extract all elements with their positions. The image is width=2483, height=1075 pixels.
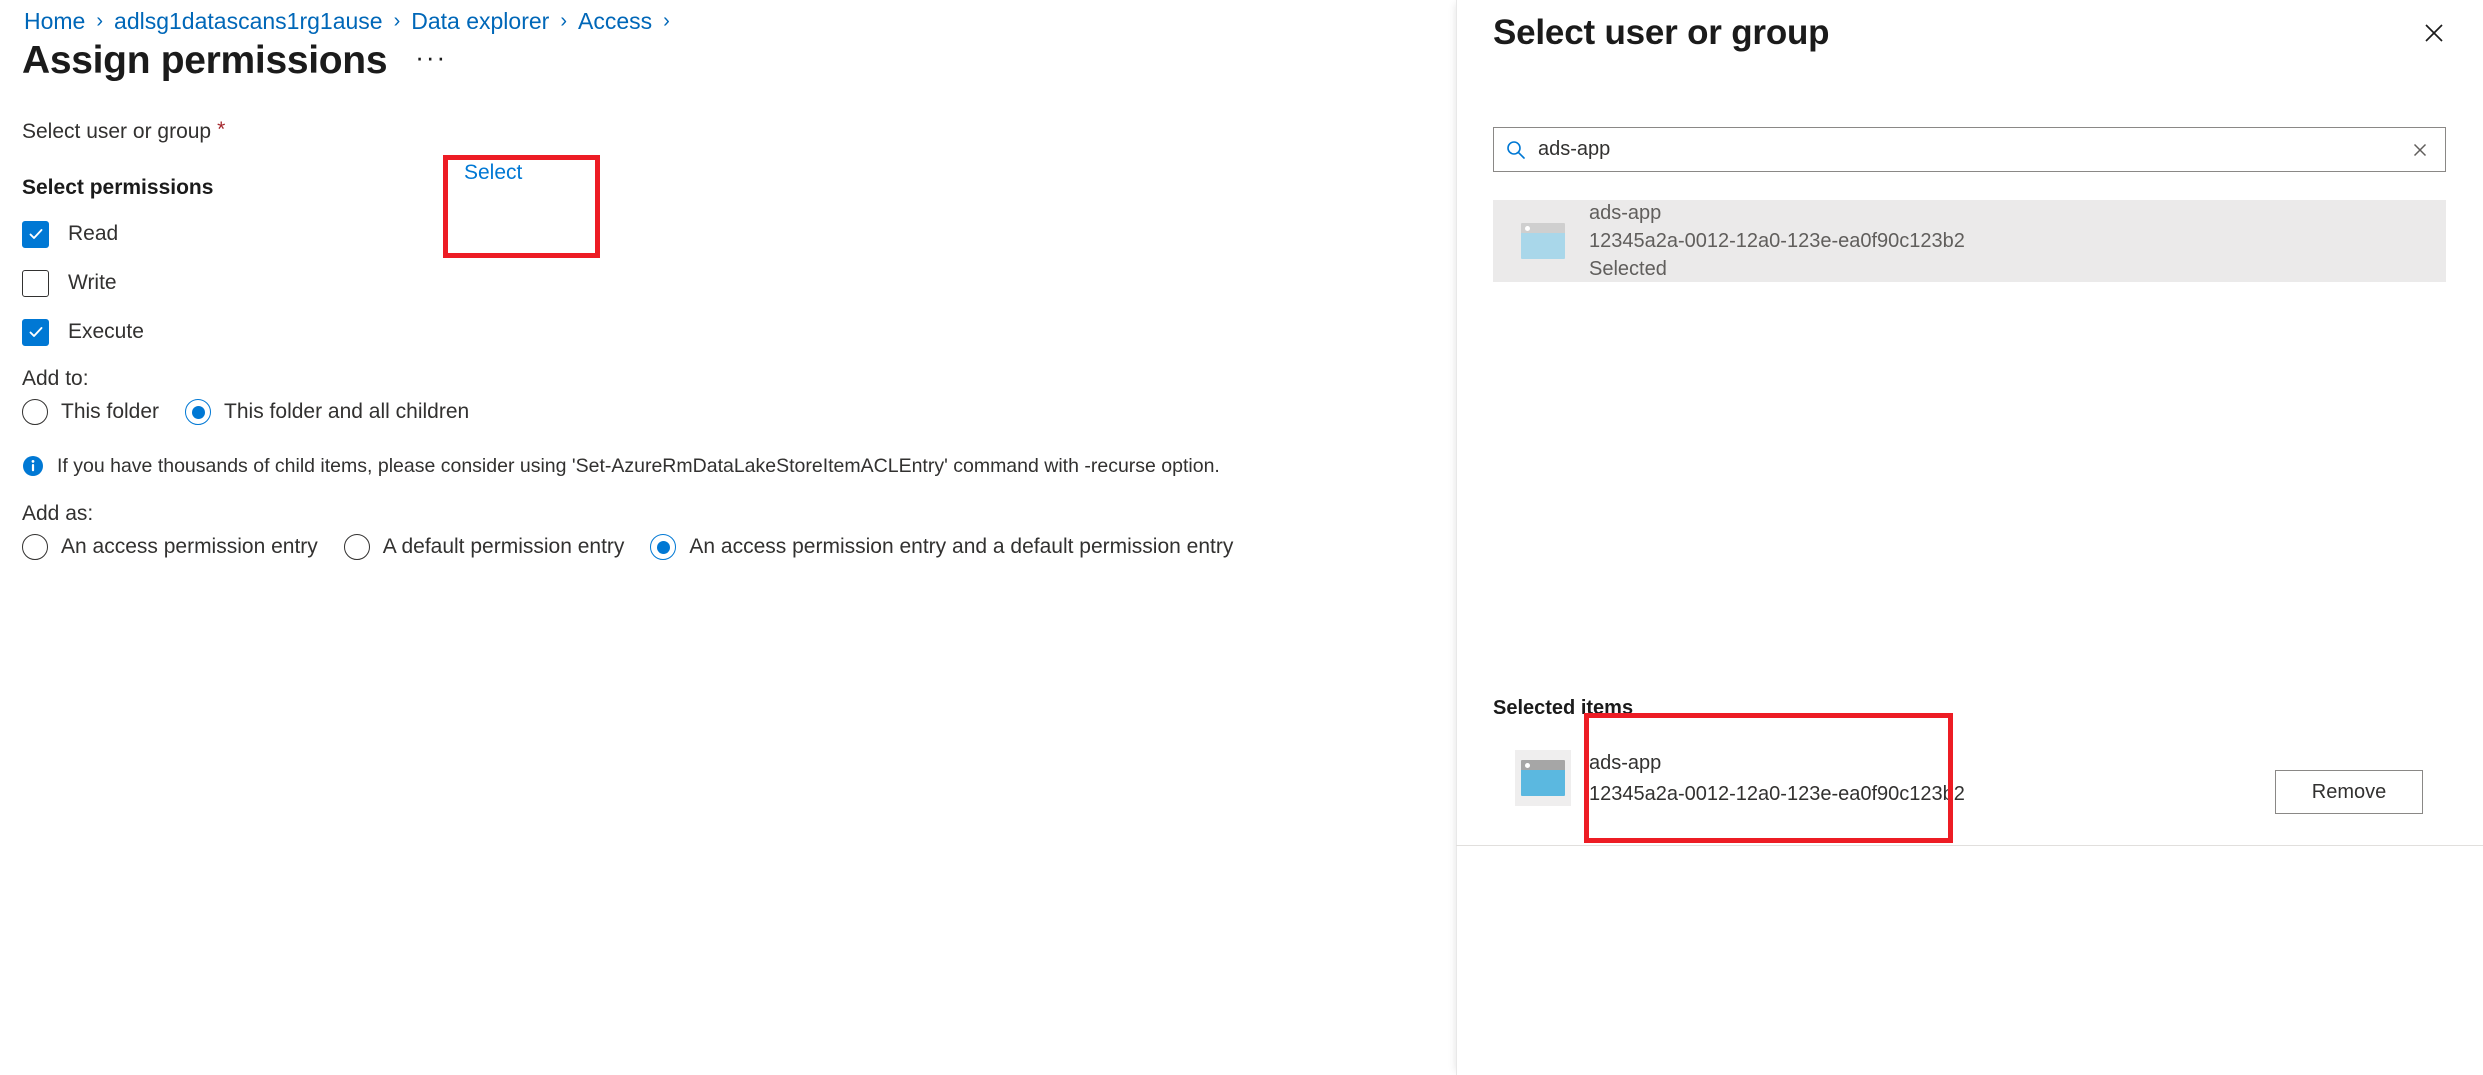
application-icon [1521,760,1565,796]
this-folder-and-children-label: This folder and all children [224,400,470,423]
assign-permissions-blade: Home › adlsg1datascans1rg1ause › Data ex… [0,0,1455,1075]
select-user-or-group-field: Select user or group * [22,118,1422,154]
search-box[interactable] [1493,127,2446,172]
assign-permissions-form: Select user or group * Select permission… [22,118,1422,560]
breadcrumb-item-account[interactable]: adlsg1datascans1rg1ause [114,8,383,35]
breadcrumb: Home › adlsg1datascans1rg1ause › Data ex… [24,8,681,35]
recurse-info-message: If you have thousands of child items, pl… [22,453,1422,482]
close-icon[interactable] [2413,12,2455,54]
access-and-default-permission-entry-radio[interactable] [650,534,677,560]
breadcrumb-item-home[interactable]: Home [24,8,85,35]
this-folder-radio[interactable] [22,399,48,425]
permission-row-read[interactable]: Read [22,220,1422,248]
search-input[interactable] [1538,138,2406,161]
default-permission-entry-radio[interactable] [343,534,370,560]
page-title: Assign permissions [22,39,388,82]
add-as-option-access-entry[interactable]: An access permission entry [22,534,318,560]
search-icon [1505,139,1527,161]
default-permission-entry-label: A default permission entry [382,535,625,558]
required-marker: * [217,118,226,141]
select-user-or-group-label: Select user or group [22,120,212,143]
breadcrumb-separator-icon: › [560,10,567,32]
add-as-radio-group: An access permission entry A default per… [22,534,1422,560]
select-accent-bar [443,158,447,192]
more-options-icon[interactable]: ··· [407,40,455,82]
breadcrumb-separator-icon: › [663,10,670,32]
selected-item-name: ads-app [1589,751,1662,774]
remove-button[interactable]: Remove [2275,770,2423,814]
access-permission-entry-label: An access permission entry [61,535,318,558]
search-result-texts: ads-app 12345a2a-0012-12a0-123e-ea0f90c1… [1589,201,1965,282]
app-icon-container [1515,213,1571,269]
breadcrumb-separator-icon: › [393,10,401,32]
write-label: Write [68,271,117,294]
selected-item-id: 12345a2a-0012-12a0-123e-ea0f90c123b2 [1589,782,1965,805]
add-as-label: Add as: [22,502,94,525]
write-checkbox[interactable] [22,269,49,297]
application-icon [1521,223,1565,259]
select-user-or-group-panel: Select user or group ads-app ads-app 123… [1456,0,2483,1075]
add-as-option-default-entry[interactable]: A default permission entry [343,534,625,560]
permission-row-write[interactable]: Write [22,269,1422,297]
search-result-item[interactable]: ads-app 12345a2a-0012-12a0-123e-ea0f90c1… [1493,200,2446,282]
access-permission-entry-radio[interactable] [22,534,48,560]
breadcrumb-item-access[interactable]: Access [578,8,652,35]
this-folder-label: This folder [61,400,160,423]
select-link-wrap[interactable]: Select [443,158,600,192]
selected-items-heading: Selected items [1493,697,1634,719]
add-to-label: Add to: [22,367,89,390]
search-result-status: Selected [1589,257,1667,280]
execute-label: Execute [68,320,144,343]
add-to-option-this-folder-and-children[interactable]: This folder and all children [185,399,469,425]
selected-items-divider [1456,845,2483,846]
add-to-radio-group: This folder This folder and all children [22,399,1422,425]
radio-dot-icon [656,540,670,554]
info-message-text: If you have thousands of child items, pl… [57,455,1220,477]
panel-title: Select user or group [1493,13,1830,52]
permission-row-execute[interactable]: Execute [22,318,1422,346]
radio-dot-icon [191,405,205,419]
breadcrumb-item-data-explorer[interactable]: Data explorer [411,8,549,35]
select-user-or-group-control: Select [443,158,600,255]
panel-header: Select user or group [1493,0,2455,66]
selected-item-icon-container [1515,750,1571,806]
title-row: Assign permissions ··· [22,39,455,83]
add-to-option-this-folder[interactable]: This folder [22,399,159,425]
azure-portal-screen: Home › adlsg1datascans1rg1ause › Data ex… [0,0,2483,1075]
breadcrumb-separator-icon: › [96,10,104,32]
select-link[interactable]: Select [464,158,522,188]
add-as-option-access-and-default-entry[interactable]: An access permission entry and a default… [650,534,1233,560]
search-result-id: 12345a2a-0012-12a0-123e-ea0f90c123b2 [1589,229,1965,252]
execute-checkbox[interactable] [22,318,49,346]
clear-search-icon[interactable] [2406,136,2434,164]
selected-item-texts: ads-app 12345a2a-0012-12a0-123e-ea0f90c1… [1589,751,1965,806]
read-checkbox[interactable] [22,220,49,248]
access-and-default-permission-entry-label: An access permission entry and a default… [689,535,1234,558]
this-folder-and-children-radio[interactable] [185,399,212,425]
search-result-name: ads-app [1589,201,1662,224]
read-label: Read [68,222,119,245]
info-icon [22,455,44,482]
select-permissions-heading: Select permissions [22,176,214,199]
